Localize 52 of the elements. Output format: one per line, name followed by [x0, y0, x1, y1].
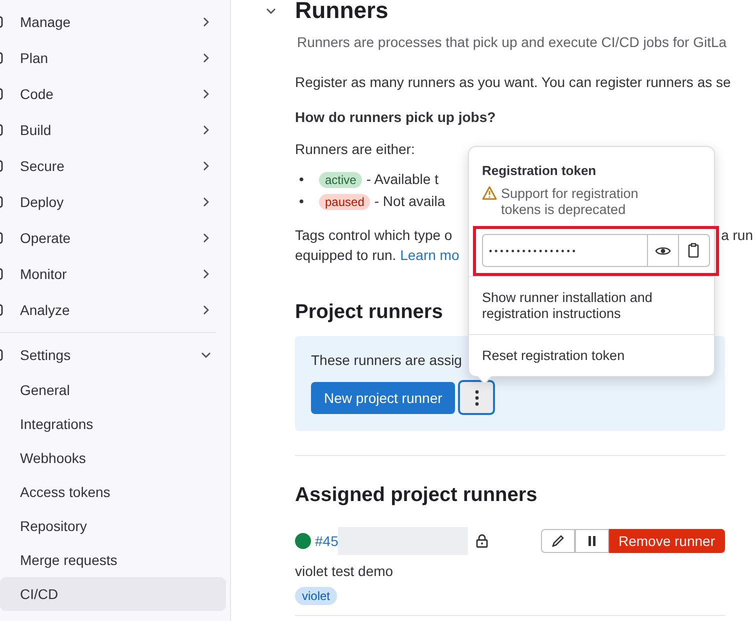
runner-id-link[interactable]: #45	[315, 533, 338, 549]
sidebar-subitem[interactable]: Webhooks	[0, 441, 226, 475]
sidebar-item[interactable]: Secure	[0, 148, 226, 184]
more-actions-button[interactable]	[458, 380, 496, 415]
sidebar-item[interactable]: Deploy	[0, 184, 226, 220]
status-badge: active	[319, 172, 362, 188]
sidebar-item[interactable]: Code	[0, 76, 226, 112]
learn-more-link[interactable]: Learn mo	[400, 247, 460, 263]
edit-button[interactable]	[540, 529, 574, 553]
pencil-icon	[550, 534, 564, 548]
sidebar-item[interactable]: Build	[0, 112, 226, 148]
token-field[interactable]: ••••••••••••••••	[482, 234, 710, 267]
question-heading: How do runners pick up jobs?	[295, 109, 497, 125]
sidebar-subitem[interactable]: Integrations	[0, 407, 226, 441]
sidebar-subitem[interactable]: Repository	[0, 509, 226, 543]
pause-button[interactable]	[574, 529, 608, 553]
sidebar-item[interactable]: Operate	[0, 220, 226, 256]
sidebar-item[interactable]: Plan	[0, 40, 226, 76]
sidebar-item[interactable]: Settings	[0, 337, 226, 373]
new-runner-button[interactable]: New project runner	[311, 382, 456, 414]
bullet: •	[298, 193, 305, 209]
paragraph: Runners are either:	[295, 141, 416, 157]
pause-icon	[588, 536, 596, 546]
sidebar-subitem[interactable]: CI/CD	[0, 577, 226, 611]
status-description: - Available t	[366, 171, 438, 187]
status-badge: paused	[319, 194, 370, 210]
notice-text: These runners are assig	[311, 352, 462, 368]
menu-item[interactable]: Show runner installation and registration instructions	[469, 276, 714, 334]
remove-runner-button[interactable]: Remove runner	[608, 529, 725, 553]
section-heading: Assigned project runners	[295, 484, 538, 507]
bullet: •	[298, 171, 305, 187]
paragraph: a run	[721, 227, 753, 243]
sidebar-subitem[interactable]: Access tokens	[0, 475, 226, 509]
copy-icon[interactable]	[678, 235, 709, 266]
runner-tag: violet	[295, 587, 338, 605]
kebab-icon	[474, 390, 479, 406]
section-title: Runners	[295, 0, 388, 24]
sidebar-item[interactable]: Monitor	[0, 256, 226, 292]
status-description: - Not availa	[374, 193, 446, 209]
deprecation-warning: Support for registration tokens is deprecated	[501, 186, 640, 218]
popover-title: Registration token	[482, 163, 598, 178]
sidebar-item[interactable]: Manage	[0, 4, 226, 40]
warning-icon	[482, 186, 497, 200]
section-description: Runners are processes that pick up and execute CI/CD jobs for GitLa	[297, 34, 728, 50]
paragraph: equipped to run.	[295, 247, 396, 263]
sidebar-subitem[interactable]: General	[0, 373, 226, 407]
sidebar-subitem[interactable]: Merge requests	[0, 543, 226, 577]
section-heading: Project runners	[295, 301, 443, 324]
runner-description: violet test demo	[295, 563, 394, 579]
paragraph: Register as many runners as you want. You can register runners as se	[295, 74, 732, 90]
sidebar-item[interactable]: Analyze	[0, 292, 226, 328]
paragraph: Tags control which type o	[295, 227, 452, 243]
